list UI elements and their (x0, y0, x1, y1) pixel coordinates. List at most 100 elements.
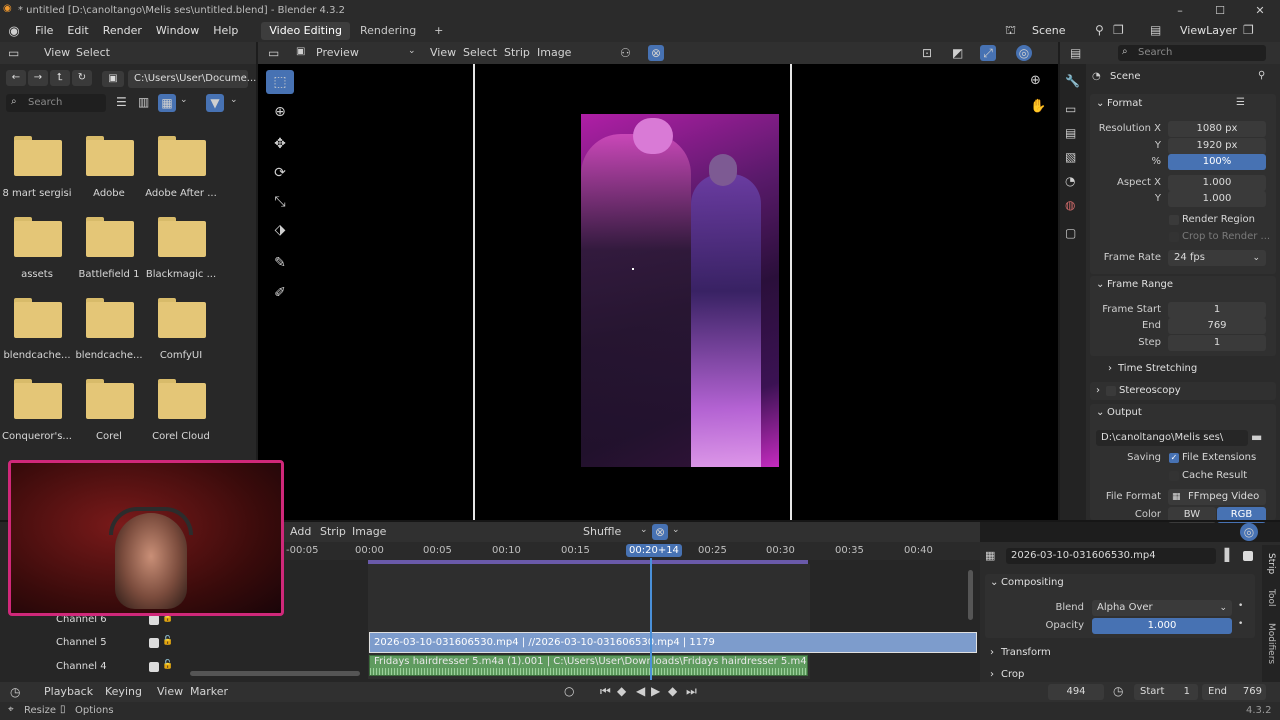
keyframe-dot-icon[interactable]: • (1238, 601, 1243, 611)
tab-video-editing[interactable]: Video Editing (261, 22, 350, 40)
timeline-view-menu[interactable]: View (157, 685, 183, 698)
menu-window[interactable]: Window (149, 20, 206, 42)
folder-icon[interactable] (86, 379, 134, 419)
tool-tab-icon[interactable]: 🔧 (1065, 74, 1080, 88)
channel-mute-checkbox[interactable] (149, 638, 159, 648)
cursor-tool-icon[interactable]: ⊕ (266, 100, 294, 124)
marker-menu[interactable]: Marker (190, 685, 228, 698)
annotate-tool-icon[interactable]: ✐ (266, 281, 294, 305)
menu-file[interactable]: File (28, 20, 60, 42)
channel-mute-checkbox[interactable] (149, 615, 159, 625)
render-region-checkbox[interactable] (1169, 215, 1179, 225)
new-view-layer-icon[interactable]: ❐ (1243, 23, 1254, 37)
folder-label[interactable]: Adobe After ... (141, 188, 221, 199)
lock-icon[interactable]: 🔓 (162, 636, 173, 646)
show-gizmo-icon[interactable]: ⤢ (980, 45, 996, 61)
resolution-y-field[interactable]: 1920 px (1168, 138, 1266, 154)
new-folder-icon[interactable]: ▣ (102, 71, 124, 87)
timeline-editor-icon[interactable]: ◷ (10, 685, 20, 699)
menu-help[interactable]: Help (206, 20, 245, 42)
output-path-field[interactable]: D:\canoltango\Melis ses\ (1096, 430, 1248, 446)
file-search-input[interactable]: ⌕ Search (6, 94, 106, 112)
list-view-icon[interactable]: ☰ (116, 95, 127, 109)
preview-view-menu[interactable]: View (430, 46, 456, 59)
seq-add-menu[interactable]: Add (290, 525, 311, 538)
pivot-icon[interactable]: ⚇ (620, 46, 631, 60)
chevron-right-icon[interactable]: › (1108, 363, 1112, 374)
preview-mode-select[interactable]: Preview (316, 46, 359, 59)
zoom-icon[interactable]: ⊕ (1030, 73, 1041, 88)
blend-mode-select[interactable]: Alpha Over ⌄ (1092, 600, 1232, 616)
sidebar-overlays-icon[interactable]: ◎ (1240, 523, 1258, 541)
folder-icon[interactable] (14, 379, 62, 419)
seq-image-menu[interactable]: Image (352, 525, 386, 538)
folder-label[interactable]: Corel Cloud (141, 431, 221, 442)
frame-start-field[interactable]: 1 (1168, 302, 1266, 318)
thumbnail-view-icon[interactable]: ▦ (158, 94, 176, 112)
cache-result-checkbox[interactable] (1169, 471, 1179, 481)
render-tab-icon[interactable]: ▭ (1065, 102, 1076, 116)
folder-icon[interactable] (86, 298, 134, 338)
folder-label[interactable]: blendcache... (69, 350, 149, 361)
frame-rate-select[interactable]: 24 fps ⌄ (1168, 250, 1266, 266)
folder-label[interactable]: Adobe (69, 188, 149, 199)
play-reverse-icon[interactable]: ◀ (636, 684, 645, 698)
parent-folder-icon[interactable]: ⮤ (50, 70, 70, 86)
back-arrow-icon[interactable]: ← (6, 70, 26, 86)
blender-menu-icon[interactable]: ◉ (0, 24, 28, 39)
menu-render[interactable]: Render (96, 20, 149, 42)
playback-menu[interactable]: Playback (44, 685, 93, 698)
channel-mute-checkbox[interactable] (149, 662, 159, 672)
auto-keying-icon[interactable]: ○ (564, 684, 574, 698)
preview-image-menu[interactable]: Image (537, 46, 571, 59)
folder-icon[interactable] (14, 217, 62, 257)
aspect-y-field[interactable]: 1.000 (1168, 191, 1266, 207)
folder-label[interactable]: Battlefield 1 (69, 269, 149, 280)
chevron-down-icon[interactable]: ⌄ (672, 525, 680, 535)
prev-keyframe-icon[interactable]: ◆ (617, 684, 626, 698)
scene-tab-icon[interactable]: ◔ (1065, 174, 1075, 188)
folder-label[interactable]: assets (0, 269, 77, 280)
stereoscopy-title[interactable]: Stereoscopy (1119, 385, 1181, 396)
chevron-down-icon[interactable]: ⌄ (1096, 407, 1104, 418)
playhead[interactable] (650, 558, 652, 680)
filter-dropdown-icon[interactable]: ⌄ (230, 95, 238, 105)
properties-editor-icon[interactable]: ▤ (1070, 46, 1081, 60)
seq-strip-menu[interactable]: Strip (320, 525, 346, 538)
timeline-start-field[interactable]: Start 1 (1134, 684, 1198, 700)
rotate-tool-icon[interactable]: ⟳ (266, 161, 294, 185)
time-stretching-title[interactable]: Time Stretching (1118, 363, 1197, 374)
folder-icon[interactable] (86, 217, 134, 257)
file-format-select[interactable]: ▦ FFmpeg Video (1168, 489, 1266, 505)
folder-label[interactable]: Blackmagic ... (141, 269, 221, 280)
select-box-tool-icon[interactable]: ⬚ (266, 70, 294, 94)
output-title[interactable]: Output (1107, 407, 1142, 418)
overlap-mode-select[interactable]: Shuffle (583, 525, 621, 538)
timeline-end-field[interactable]: End 769 (1202, 684, 1266, 700)
video-strip[interactable]: 2026-03-10-031606530.mp4 | //2026-03-10-… (369, 632, 977, 653)
chevron-right-icon[interactable]: › (990, 647, 994, 658)
vertical-scrollbar[interactable] (968, 570, 973, 620)
frame-end-field[interactable]: 769 (1168, 318, 1266, 334)
forward-arrow-icon[interactable]: → (28, 70, 48, 86)
sequencer-editor-icon[interactable]: ▭ (268, 46, 279, 60)
opacity-slider[interactable]: 1.000 (1092, 618, 1232, 634)
horizontal-scrollbar[interactable] (190, 671, 360, 676)
chevron-right-icon[interactable]: › (1096, 385, 1100, 396)
compositing-title[interactable]: Compositing (1001, 577, 1064, 588)
overlays-icon[interactable]: ◎ (1016, 45, 1032, 61)
maximize-button[interactable]: ☐ (1200, 0, 1240, 20)
folder-browse-icon[interactable]: ▬ (1251, 430, 1262, 444)
view-dropdown-icon[interactable]: ⌄ (180, 95, 188, 105)
presets-icon[interactable]: ☰ (1236, 97, 1245, 108)
keying-menu[interactable]: Keying (105, 685, 142, 698)
keyframe-dot-icon[interactable]: • (1238, 619, 1243, 629)
pin-icon[interactable]: ⚲ (1258, 70, 1265, 81)
chevron-down-icon[interactable]: ⌄ (990, 577, 998, 588)
chevron-down-icon[interactable]: ⌄ (1096, 279, 1104, 290)
channel-label[interactable]: Channel 4 (56, 661, 107, 672)
aspect-x-field[interactable]: 1.000 (1168, 175, 1266, 191)
folder-label[interactable]: 8 mart sergisi (0, 188, 77, 199)
properties-search-input[interactable]: ⌕ Search (1118, 45, 1266, 61)
tab-modifiers[interactable]: Modifiers (1266, 623, 1276, 664)
